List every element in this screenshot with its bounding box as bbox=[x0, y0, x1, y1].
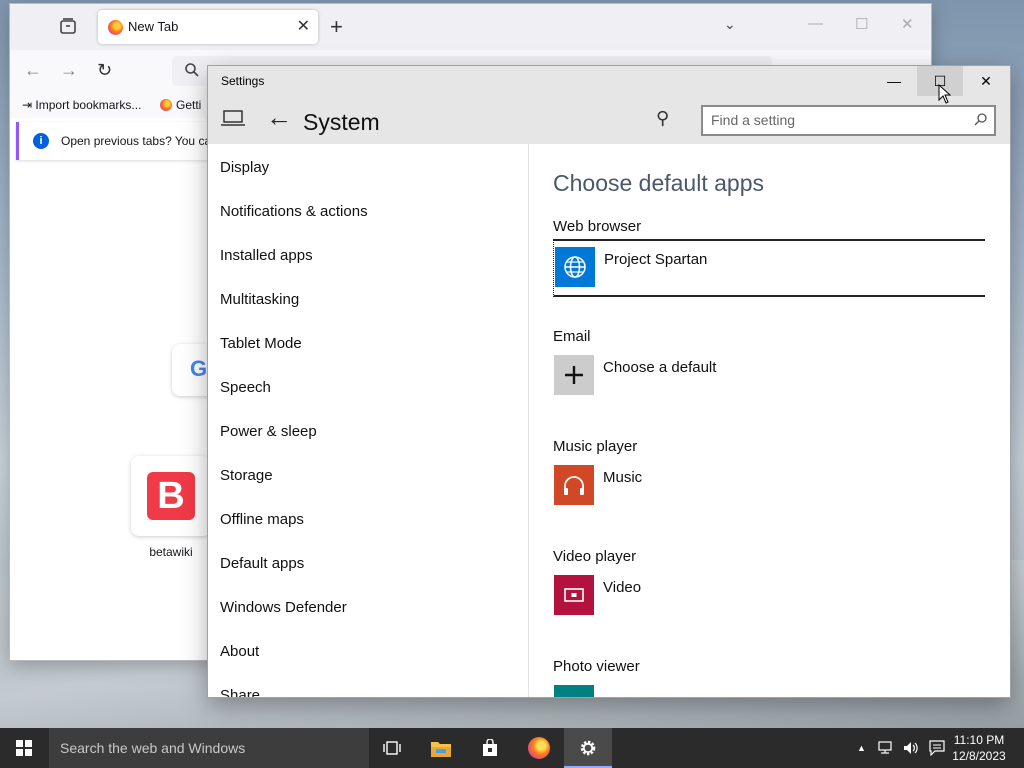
tab-close-icon[interactable]: ✕ bbox=[297, 16, 310, 36]
nav-item-windows-defender[interactable]: Windows Defender bbox=[220, 599, 347, 616]
gear-icon bbox=[580, 740, 596, 756]
list-all-tabs-button[interactable]: ⌄ bbox=[724, 16, 736, 33]
firefox-minimize-button[interactable]: — bbox=[808, 15, 823, 32]
shortcut-label: betawiki bbox=[149, 545, 193, 559]
app-name: Choose a default bbox=[603, 359, 717, 376]
clock-date: 12/8/2023 bbox=[952, 749, 1006, 763]
nav-item-share[interactable]: Share bbox=[220, 687, 260, 697]
back-button[interactable]: ← bbox=[266, 102, 292, 133]
default-music-player[interactable]: Music bbox=[553, 459, 985, 517]
task-view-icon bbox=[383, 741, 401, 755]
section-heading: Choose default apps bbox=[553, 170, 764, 196]
app-name: Music bbox=[603, 469, 643, 486]
nav-item-power-sleep[interactable]: Power & sleep bbox=[220, 423, 317, 440]
search-icon bbox=[185, 63, 199, 77]
network-icon[interactable] bbox=[878, 741, 896, 755]
globe-icon bbox=[555, 247, 595, 287]
firefox-close-button[interactable]: ✕ bbox=[901, 15, 914, 33]
firefox-icon bbox=[108, 20, 123, 35]
taskbar-search-box[interactable]: Search the web and Windows bbox=[49, 728, 369, 768]
settings-nav: Display Notifications & actions Installe… bbox=[208, 144, 529, 697]
nav-item-multitasking[interactable]: Multitasking bbox=[220, 291, 299, 308]
settings-window: Settings — ☐ ✕ ← System ⚲ Display Notifi… bbox=[208, 66, 1010, 697]
search-icon bbox=[974, 113, 987, 126]
clock-time: 11:10 PM bbox=[953, 733, 1005, 747]
windows-start-icon[interactable] bbox=[16, 740, 32, 756]
notification-text: Open previous tabs? You can bbox=[61, 134, 218, 148]
headphones-icon bbox=[554, 465, 594, 505]
task-view-button[interactable] bbox=[368, 728, 416, 768]
nav-item-notifications[interactable]: Notifications & actions bbox=[220, 203, 368, 220]
taskbar-clock[interactable]: 11:10 PM 12/8/2023 bbox=[948, 732, 1010, 764]
firefox-icon bbox=[528, 737, 550, 759]
nav-item-storage[interactable]: Storage bbox=[220, 467, 273, 484]
store-bag-icon bbox=[483, 739, 497, 756]
taskbar-settings[interactable] bbox=[564, 728, 612, 768]
default-apps-panel: Choose default apps Web browser Project … bbox=[530, 144, 1010, 697]
firefox-tab-new-tab[interactable]: New Tab ✕ bbox=[98, 10, 318, 44]
default-photo-viewer[interactable] bbox=[553, 679, 985, 697]
pin-icon[interactable]: ⚲ bbox=[656, 108, 669, 129]
info-icon: i bbox=[33, 133, 49, 149]
taskbar-file-explorer[interactable] bbox=[417, 728, 465, 768]
nav-item-tablet-mode[interactable]: Tablet Mode bbox=[220, 335, 302, 352]
nav-item-display[interactable]: Display bbox=[220, 159, 269, 176]
mouse-cursor-icon bbox=[938, 84, 952, 104]
action-center-icon[interactable] bbox=[929, 740, 945, 756]
taskbar-store[interactable] bbox=[466, 728, 514, 768]
settings-header: ← System ⚲ bbox=[208, 96, 1010, 144]
close-button[interactable]: ✕ bbox=[963, 66, 1009, 96]
reload-button[interactable]: ↻ bbox=[97, 60, 112, 81]
bookmark-getting-started[interactable]: Getti bbox=[160, 98, 201, 112]
label-web-browser: Web browser bbox=[553, 218, 642, 235]
taskbar-search-text: Search the web and Windows bbox=[60, 740, 246, 756]
new-tab-button[interactable]: + bbox=[330, 14, 343, 40]
taskbar-firefox[interactable] bbox=[515, 728, 563, 768]
folder-icon bbox=[431, 742, 451, 757]
firefox-view-icon[interactable] bbox=[58, 16, 78, 36]
default-email[interactable]: Choose a default bbox=[553, 349, 985, 407]
app-name: Video bbox=[603, 579, 642, 596]
firefox-maximize-button[interactable]: ☐ bbox=[855, 15, 868, 33]
page-title: System bbox=[303, 109, 380, 135]
search-input[interactable] bbox=[711, 112, 961, 128]
find-setting-search[interactable] bbox=[701, 105, 996, 136]
nav-item-default-apps[interactable]: Default apps bbox=[220, 555, 304, 572]
betawiki-logo-icon: B bbox=[147, 472, 195, 520]
firefox-icon bbox=[160, 99, 172, 111]
nav-item-about[interactable]: About bbox=[220, 643, 259, 660]
app-name: Project Spartan bbox=[604, 251, 708, 268]
nav-item-installed-apps[interactable]: Installed apps bbox=[220, 247, 313, 264]
label-music-player: Music player bbox=[553, 438, 638, 455]
nav-item-offline-maps[interactable]: Offline maps bbox=[220, 511, 304, 528]
laptop-icon bbox=[221, 110, 245, 126]
bookmark-import[interactable]: ⇥ Import bookmarks... bbox=[22, 98, 141, 112]
plus-icon bbox=[554, 355, 594, 395]
label-email: Email bbox=[553, 328, 591, 345]
label-photo-viewer: Photo viewer bbox=[553, 658, 640, 675]
default-web-browser[interactable]: Project Spartan bbox=[553, 239, 985, 297]
taskbar: Search the web and Windows ▲ 11:10 PM 12… bbox=[0, 728, 1024, 768]
import-icon: ⇥ bbox=[22, 98, 36, 112]
tab-title: New Tab bbox=[128, 19, 179, 34]
volume-icon[interactable] bbox=[902, 740, 920, 756]
photo-icon bbox=[554, 685, 594, 697]
video-icon bbox=[554, 575, 594, 615]
nav-item-speech[interactable]: Speech bbox=[220, 379, 271, 396]
label-video-player: Video player bbox=[553, 548, 637, 565]
shortcut-betawiki[interactable]: B bbox=[131, 456, 211, 536]
firefox-tab-bar: New Tab ✕ + ⌄ — ☐ ✕ bbox=[10, 4, 931, 50]
settings-title-bar: Settings — ☐ ✕ bbox=[208, 66, 1010, 96]
window-title: Settings bbox=[221, 74, 265, 88]
minimize-button[interactable]: — bbox=[871, 66, 917, 96]
tray-overflow-button[interactable]: ▲ bbox=[857, 743, 866, 753]
back-button[interactable]: ← bbox=[24, 60, 42, 81]
default-video-player[interactable]: Video bbox=[553, 569, 985, 627]
forward-button[interactable]: → bbox=[60, 60, 78, 81]
google-logo-icon: G bbox=[190, 356, 208, 381]
